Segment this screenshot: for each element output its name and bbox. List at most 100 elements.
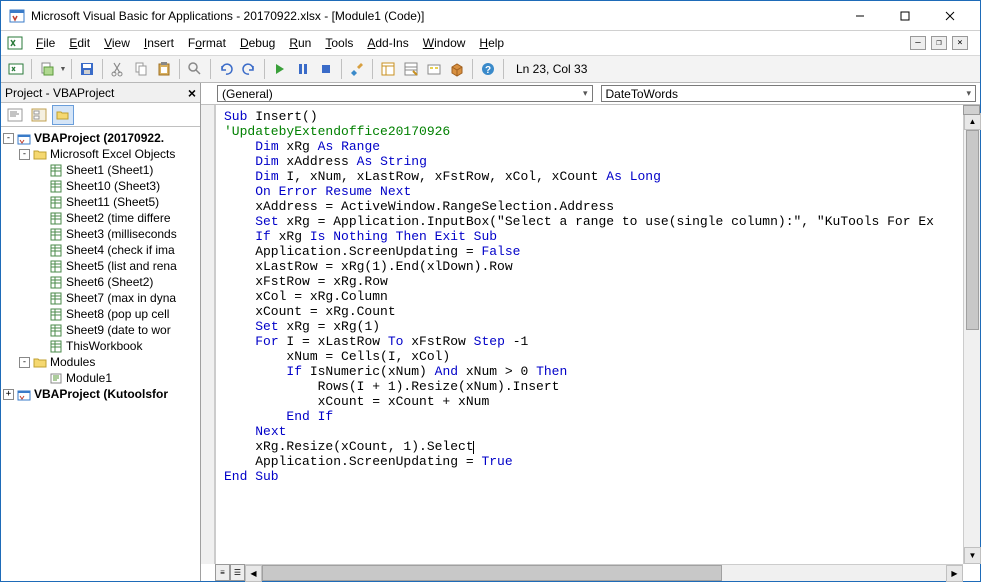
tree-label: Modules — [50, 355, 95, 369]
menu-run[interactable]: Run — [282, 34, 318, 52]
sheet-icon — [49, 180, 63, 193]
tree-item[interactable]: Sheet8 (pop up cell — [3, 306, 198, 322]
sheet-icon — [49, 164, 63, 177]
sheet-icon — [49, 244, 63, 257]
project-pane-toolbar — [1, 103, 200, 127]
tree-item[interactable]: Sheet1 (Sheet1) — [3, 162, 198, 178]
scroll-up-button[interactable]: ▲ — [964, 113, 981, 130]
insert-module-button[interactable] — [36, 58, 58, 80]
menu-insert[interactable]: Insert — [137, 34, 181, 52]
view-code-button[interactable] — [4, 105, 26, 125]
excel-icon — [7, 35, 23, 51]
tree-item[interactable]: -Microsoft Excel Objects — [3, 146, 198, 162]
break-button[interactable] — [292, 58, 314, 80]
sheet-icon — [49, 228, 63, 241]
vertical-scrollbar[interactable]: ▲ ▼ — [963, 105, 980, 564]
svg-text:?: ? — [485, 65, 491, 76]
code-editor[interactable]: Sub Insert() 'UpdatebyExtendoffice201709… — [216, 105, 980, 581]
tree-label: Sheet6 (Sheet2) — [66, 275, 153, 289]
tree-label: VBAProject (Kutoolsfor — [34, 387, 168, 401]
tree-item[interactable]: Sheet3 (milliseconds — [3, 226, 198, 242]
mdi-minimize-button[interactable]: – — [910, 36, 926, 50]
mdi-restore-button[interactable]: ❐ — [931, 36, 947, 50]
tree-label: VBAProject (20170922. — [34, 131, 164, 145]
design-mode-button[interactable] — [346, 58, 368, 80]
tree-label: Sheet5 (list and rena — [66, 259, 177, 273]
menu-add-ins[interactable]: Add-Ins — [360, 34, 415, 52]
tree-item[interactable]: Module1 — [3, 370, 198, 386]
tree-item[interactable]: Sheet5 (list and rena — [3, 258, 198, 274]
folder-icon — [33, 356, 47, 369]
redo-button[interactable] — [238, 58, 260, 80]
toggle-folders-button[interactable] — [52, 105, 74, 125]
scroll-thumb[interactable] — [966, 130, 979, 330]
project-explorer-button[interactable] — [377, 58, 399, 80]
view-excel-button[interactable] — [5, 58, 27, 80]
menu-bar: FileEditViewInsertFormatDebugRunToolsAdd… — [1, 31, 980, 55]
scroll-thumb-h[interactable] — [262, 565, 722, 581]
tree-label: Sheet9 (date to wor — [66, 323, 171, 337]
insert-dropdown-icon[interactable]: ▼ — [59, 66, 67, 73]
tree-item[interactable]: ThisWorkbook — [3, 338, 198, 354]
tree-label: Sheet1 (Sheet1) — [66, 163, 153, 177]
help-button[interactable]: ? — [477, 58, 499, 80]
object-browser-button[interactable] — [423, 58, 445, 80]
tree-item[interactable]: Sheet7 (max in dyna — [3, 290, 198, 306]
toolbox-button[interactable] — [446, 58, 468, 80]
minimize-button[interactable] — [837, 2, 882, 30]
menu-window[interactable]: Window — [416, 34, 473, 52]
proj-icon — [17, 132, 31, 145]
menu-format[interactable]: Format — [181, 34, 233, 52]
cut-button[interactable] — [107, 58, 129, 80]
project-pane-header: Project - VBAProject × — [1, 83, 200, 103]
project-tree[interactable]: -VBAProject (20170922.-Microsoft Excel O… — [1, 127, 200, 581]
title-bar: Microsoft Visual Basic for Applications … — [1, 1, 980, 31]
view-object-button[interactable] — [28, 105, 50, 125]
tree-item[interactable]: Sheet10 (Sheet3) — [3, 178, 198, 194]
project-pane-close-button[interactable]: × — [188, 85, 196, 101]
menu-edit[interactable]: Edit — [62, 34, 97, 52]
tree-item[interactable]: + VBAProject (Kutoolsfor — [3, 386, 198, 402]
menu-file[interactable]: File — [29, 34, 62, 52]
tree-item[interactable]: Sheet4 (check if ima — [3, 242, 198, 258]
maximize-button[interactable] — [882, 2, 927, 30]
save-button[interactable] — [76, 58, 98, 80]
run-button[interactable] — [269, 58, 291, 80]
procedure-view-button[interactable]: ≡ — [215, 564, 230, 581]
full-module-view-button[interactable]: ☰ — [230, 564, 245, 581]
procedure-dropdown-value: DateToWords — [606, 87, 678, 101]
mdi-close-button[interactable]: × — [952, 36, 968, 50]
scroll-left-button[interactable]: ◀ — [245, 565, 262, 582]
tree-item[interactable]: - VBAProject (20170922. — [3, 130, 198, 146]
scroll-right-button[interactable]: ▶ — [946, 565, 963, 582]
paste-button[interactable] — [153, 58, 175, 80]
properties-button[interactable] — [400, 58, 422, 80]
tree-toggle[interactable]: - — [3, 133, 14, 144]
close-button[interactable] — [927, 2, 972, 30]
sheet-icon — [49, 212, 63, 225]
tree-item[interactable]: - Modules — [3, 354, 198, 370]
tree-item[interactable]: Sheet6 (Sheet2) — [3, 274, 198, 290]
tree-item[interactable]: Sheet2 (time differe — [3, 210, 198, 226]
menu-help[interactable]: Help — [472, 34, 511, 52]
undo-button[interactable] — [215, 58, 237, 80]
tree-toggle[interactable]: + — [3, 389, 14, 400]
scroll-down-button[interactable]: ▼ — [964, 547, 981, 564]
tree-label: Sheet8 (pop up cell — [66, 307, 169, 321]
code-pane: (General) ▾ DateToWords ▾ Sub Insert() '… — [201, 83, 980, 581]
splitter-handle[interactable] — [963, 105, 980, 115]
menu-tools[interactable]: Tools — [318, 34, 360, 52]
find-button[interactable] — [184, 58, 206, 80]
procedure-dropdown[interactable]: DateToWords ▾ — [601, 85, 977, 102]
menu-view[interactable]: View — [97, 34, 137, 52]
copy-button[interactable] — [130, 58, 152, 80]
object-dropdown[interactable]: (General) ▾ — [217, 85, 593, 102]
tree-toggle[interactable]: - — [19, 357, 30, 368]
tree-item[interactable]: Sheet9 (date to wor — [3, 322, 198, 338]
tree-toggle[interactable]: - — [19, 149, 30, 160]
tree-label: Sheet11 (Sheet5) — [66, 195, 159, 209]
menu-debug[interactable]: Debug — [233, 34, 282, 52]
tree-item[interactable]: Sheet11 (Sheet5) — [3, 194, 198, 210]
reset-button[interactable] — [315, 58, 337, 80]
horizontal-scrollbar[interactable]: ◀ ▶ — [245, 564, 963, 581]
